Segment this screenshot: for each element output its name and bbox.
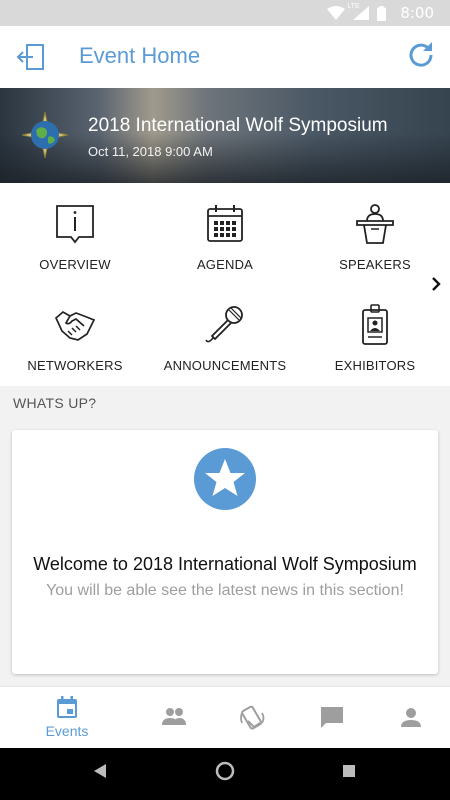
calendar-icon	[57, 696, 77, 718]
nav-messages[interactable]	[287, 687, 377, 749]
page-title: Event Home	[79, 43, 201, 68]
chevron-right-icon[interactable]	[428, 276, 444, 292]
welcome-subtitle: You will be able see the latest news in …	[46, 582, 404, 599]
podium-icon	[356, 204, 394, 244]
welcome-text: Welcome to 2018 International Wolf Sympo…	[33, 554, 417, 574]
menu-label: ANNOUNCEMENTS	[163, 358, 287, 373]
event-banner[interactable]: 2018 International Wolf Symposium Oct 11…	[0, 88, 450, 183]
recents-square-icon[interactable]	[342, 764, 356, 778]
network-label: LTE	[347, 3, 360, 10]
nav-events[interactable]: Events	[22, 687, 112, 749]
back-triangle-icon[interactable]	[93, 763, 107, 779]
menu-item-speakers[interactable]: SPEAKERS	[300, 183, 450, 283]
info-icon	[56, 205, 94, 244]
calendar-icon	[207, 205, 243, 242]
menu-item-agenda[interactable]: AGENDA	[150, 183, 300, 283]
globe-logo-icon	[22, 112, 68, 158]
people-icon	[162, 708, 186, 725]
wifi-icon	[327, 6, 346, 20]
section-header: WHATS UP?	[13, 395, 97, 411]
event-title: 2018 International Wolf Symposium	[88, 115, 388, 136]
nav-profile[interactable]	[366, 687, 450, 749]
badge-icon	[362, 304, 388, 345]
battery-icon	[377, 5, 387, 21]
signal-icon: LTE	[347, 3, 370, 20]
microphone-icon	[205, 306, 243, 343]
refresh-icon[interactable]	[406, 40, 436, 70]
event-date: Oct 11, 2018 9:00 AM	[88, 144, 213, 159]
menu-item-overview[interactable]: OVERVIEW	[0, 183, 150, 283]
exit-icon[interactable]	[16, 42, 46, 72]
menu-label: EXHIBITORS	[334, 358, 416, 373]
status-bar: LTE 8:00	[0, 0, 450, 26]
chat-icon	[321, 707, 343, 728]
event-menu-grid: OVERVIEW AGENDA SPEAKERS NETWORKERS ANNO…	[0, 183, 450, 386]
handshake-icon	[54, 310, 96, 341]
home-circle-icon[interactable]	[215, 761, 235, 781]
nav-label: Events	[45, 723, 89, 739]
system-navigation-bar	[0, 748, 450, 800]
menu-label: AGENDA	[196, 257, 254, 272]
bottom-navigation: Events	[0, 686, 450, 748]
person-icon	[401, 708, 421, 727]
menu-item-exhibitors[interactable]: EXHIBITORS	[300, 284, 450, 384]
whats-up-section: WHATS UP? Welcome to 2018 International …	[0, 386, 450, 686]
nfc-handshake-icon	[240, 705, 265, 730]
menu-item-networkers[interactable]: NETWORKERS	[0, 284, 150, 384]
menu-label: OVERVIEW	[39, 257, 111, 272]
menu-label: NETWORKERS	[27, 358, 123, 373]
nav-connect[interactable]	[208, 687, 298, 749]
welcome-card: Welcome to 2018 International Wolf Sympo…	[12, 430, 438, 674]
status-time: 8:00	[400, 4, 434, 22]
menu-label: SPEAKERS	[339, 257, 411, 272]
menu-item-announcements[interactable]: ANNOUNCEMENTS	[150, 284, 300, 384]
nav-people[interactable]	[129, 687, 219, 749]
app-bar: Event Home	[0, 26, 450, 88]
star-icon	[194, 448, 256, 510]
